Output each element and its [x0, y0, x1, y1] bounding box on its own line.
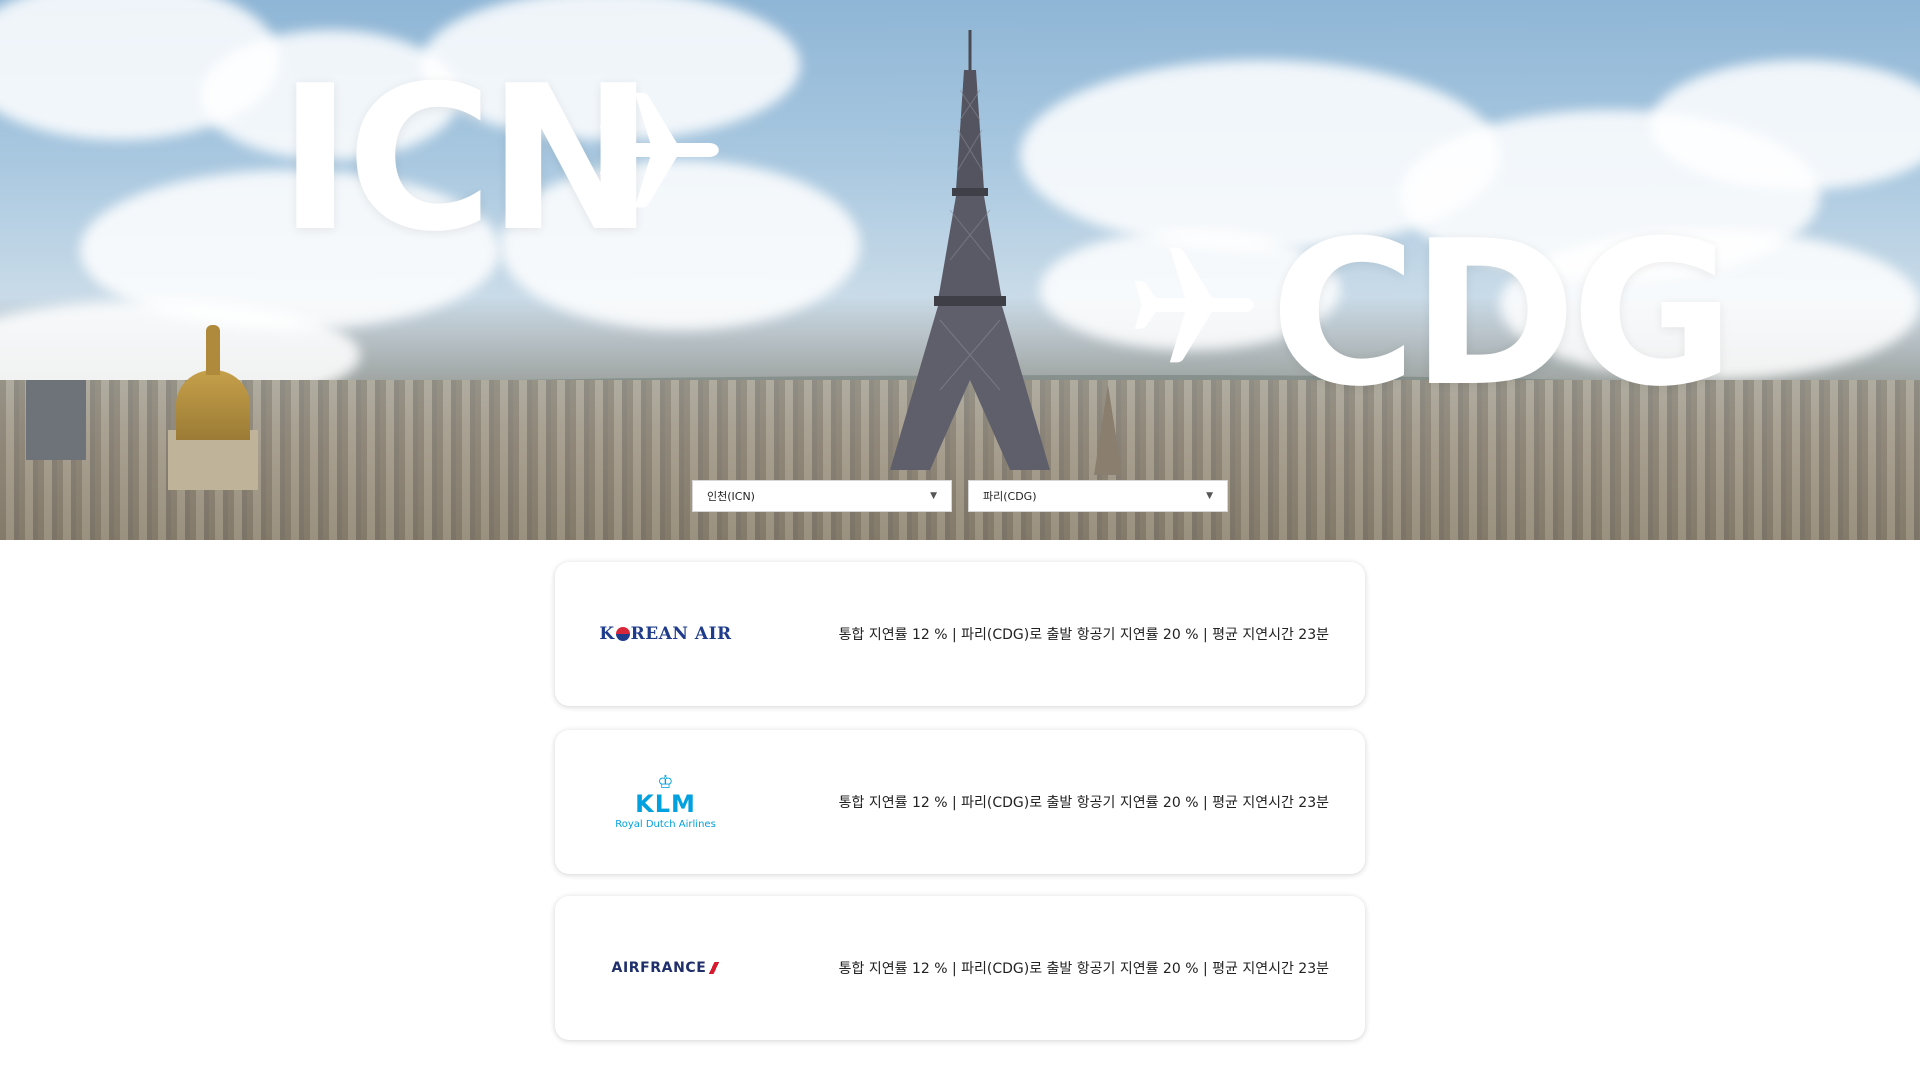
air-france-wordmark: AIRFRANCE	[612, 960, 720, 976]
taegeuk-icon	[615, 627, 630, 641]
airline-card-korean-air[interactable]: K REAN AIR 통합 지연률 12 % | 파리(CDG)로 출발 항공기 …	[555, 562, 1365, 706]
delay-stats: 통합 지연률 12 % | 파리(CDG)로 출발 항공기 지연률 20 % |…	[838, 627, 1329, 643]
invalides-dome	[176, 370, 250, 440]
dome-spire	[206, 325, 220, 375]
air-france-logo: AIRFRANCE	[603, 960, 728, 976]
church-spire	[1094, 385, 1122, 475]
destination-select[interactable]: 파리(CDG) ▼	[968, 480, 1228, 512]
delay-stats: 통합 지연률 12 % | 파리(CDG)로 출발 항공기 지연률 20 % |…	[838, 795, 1329, 811]
korean-air-wordmark: K REAN AIR	[599, 624, 732, 644]
korean-air-logo: K REAN AIR	[599, 624, 731, 644]
destination-select-value: 파리(CDG)	[983, 490, 1037, 503]
klm-logo: ♔ KLM Royal Dutch Airlines	[603, 773, 728, 831]
chevron-down-icon: ▼	[1206, 491, 1213, 501]
hero-banner: ICN CDG 인천(ICN) ▼ 파리(CDG) ▼	[0, 0, 1920, 540]
origin-select-value: 인천(ICN)	[707, 490, 755, 503]
air-france-stripe-icon	[709, 962, 720, 974]
airplane-icon	[599, 92, 719, 208]
airline-card-air-france[interactable]: AIRFRANCE 통합 지연률 12 % | 파리(CDG)로 출발 항공기 …	[555, 896, 1365, 1040]
building	[26, 380, 86, 460]
origin-select[interactable]: 인천(ICN) ▼	[692, 480, 952, 512]
eiffel-tower	[890, 30, 1050, 470]
airline-card-klm[interactable]: ♔ KLM Royal Dutch Airlines 통합 지연률 12 % |…	[555, 730, 1365, 874]
destination-code: CDG	[1270, 198, 1735, 431]
chevron-down-icon: ▼	[930, 491, 937, 501]
airplane-icon	[1134, 247, 1254, 363]
delay-stats: 통합 지연률 12 % | 파리(CDG)로 출발 항공기 지연률 20 % |…	[838, 961, 1329, 977]
klm-wordmark: KLM	[635, 789, 696, 818]
klm-subtitle: Royal Dutch Airlines	[615, 819, 716, 831]
